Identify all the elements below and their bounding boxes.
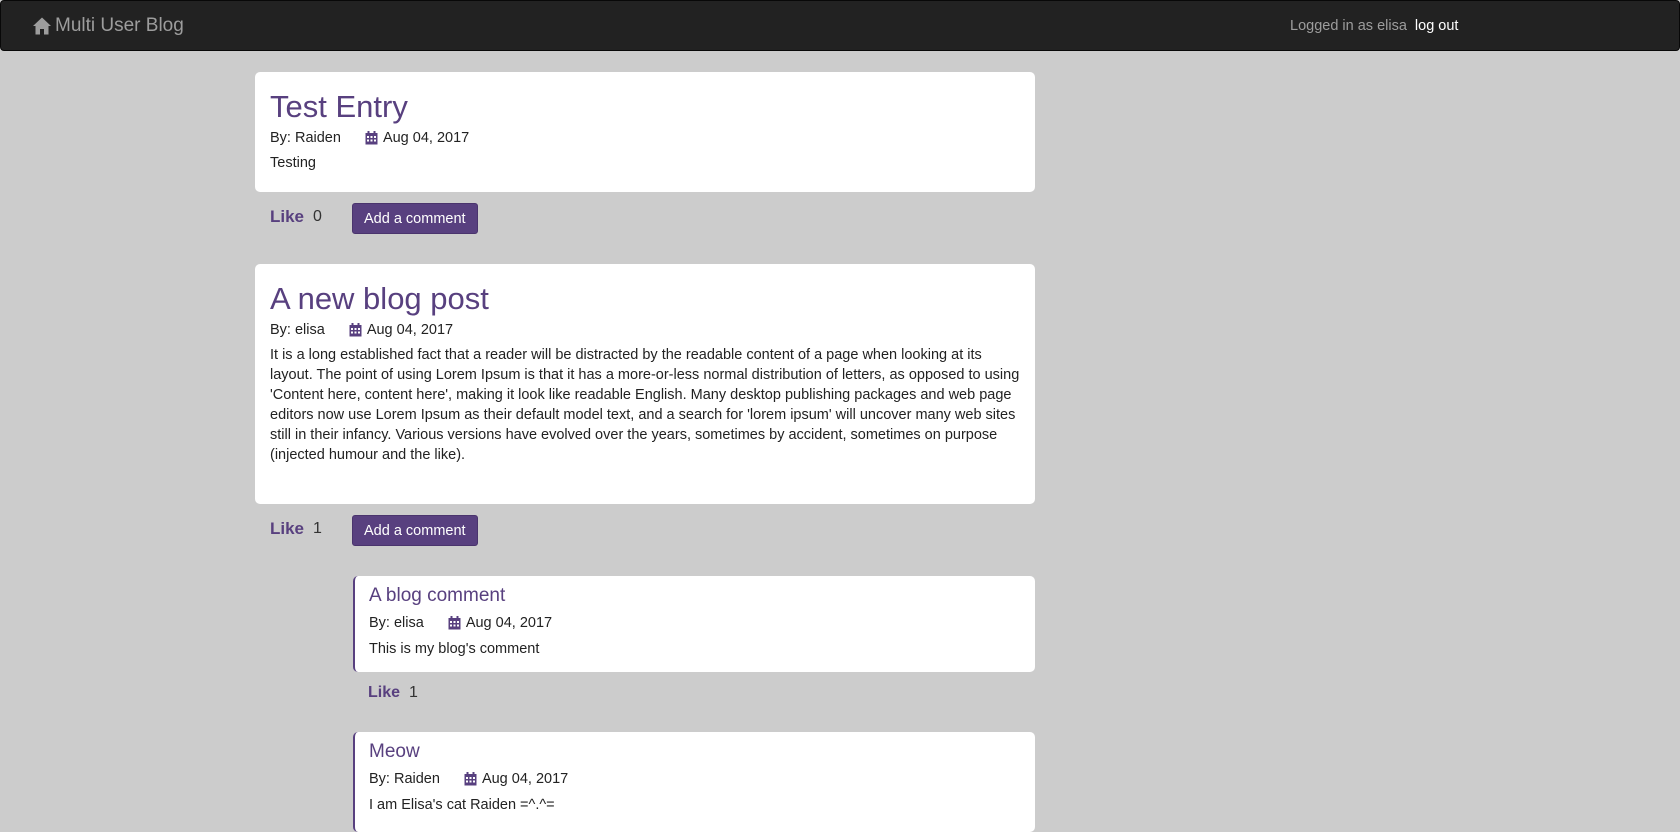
- comment-title: A blog comment: [369, 585, 506, 606]
- home-icon: [33, 17, 51, 35]
- comment-like-count: 1: [409, 684, 418, 701]
- comment-content: This is my blog's comment: [369, 641, 540, 657]
- post-meta: By: elisa Aug 04, 2017: [270, 322, 1020, 338]
- comment-meta: By: elisa Aug 04, 2017: [369, 615, 1021, 631]
- post-meta: By: Raiden Aug 04, 2017: [270, 130, 1020, 146]
- post-card: A new blog post By: elisa Aug 04, 2017 I…: [255, 264, 1035, 504]
- comment-title: Meow: [369, 741, 420, 762]
- comment-like-button[interactable]: Like: [368, 684, 400, 702]
- post-actions: Like 0: [270, 207, 322, 227]
- logged-in-text: Logged in as elisa: [1290, 18, 1407, 34]
- like-count: 0: [313, 208, 322, 225]
- add-comment-button[interactable]: Add a comment: [352, 203, 478, 234]
- post-title[interactable]: Test Entry: [270, 89, 1020, 125]
- like-count: 1: [313, 520, 322, 537]
- comment-date: Aug 04, 2017: [481, 771, 569, 787]
- comment-author: By: elisa: [369, 615, 424, 631]
- comment-author: By: Raiden: [369, 771, 440, 787]
- comment-card: A blog comment By: elisa Aug 04, 2017 Th…: [353, 576, 1035, 672]
- brand-label: Multi User Blog: [55, 15, 184, 36]
- add-comment-button[interactable]: Add a comment: [352, 515, 478, 546]
- post-author: By: Raiden: [270, 130, 341, 146]
- post-content: It is a long established fact that a rea…: [270, 347, 1020, 463]
- post-date: Aug 04, 2017: [366, 322, 454, 338]
- brand-link[interactable]: Multi User Blog: [32, 14, 184, 38]
- post-content: Testing: [270, 155, 316, 171]
- comment-meta: By: Raiden Aug 04, 2017: [369, 771, 1021, 787]
- calendar-icon: [349, 323, 362, 337]
- post-actions: Like 1: [270, 519, 322, 539]
- comment-content: I am Elisa's cat Raiden =^.^=: [369, 797, 555, 813]
- like-button[interactable]: Like: [270, 207, 304, 227]
- post-author: By: elisa: [270, 322, 325, 338]
- user-nav: Logged in as elisa log out: [1290, 18, 1458, 34]
- post-card: Test Entry By: Raiden Aug 04, 2017 Testi…: [255, 72, 1035, 192]
- post-date: Aug 04, 2017: [382, 130, 470, 146]
- like-button[interactable]: Like: [270, 519, 304, 539]
- calendar-icon: [464, 772, 477, 786]
- logout-link[interactable]: log out: [1415, 18, 1459, 34]
- post-title[interactable]: A new blog post: [270, 281, 1020, 317]
- calendar-icon: [365, 131, 378, 145]
- comment-card: Meow By: Raiden Aug 04, 2017 I am Elisa'…: [353, 732, 1035, 832]
- calendar-icon: [448, 616, 461, 630]
- comment-date: Aug 04, 2017: [465, 615, 553, 631]
- top-navbar: Multi User Blog Logged in as elisa log o…: [0, 0, 1680, 51]
- comment-actions: Like 1: [368, 684, 418, 702]
